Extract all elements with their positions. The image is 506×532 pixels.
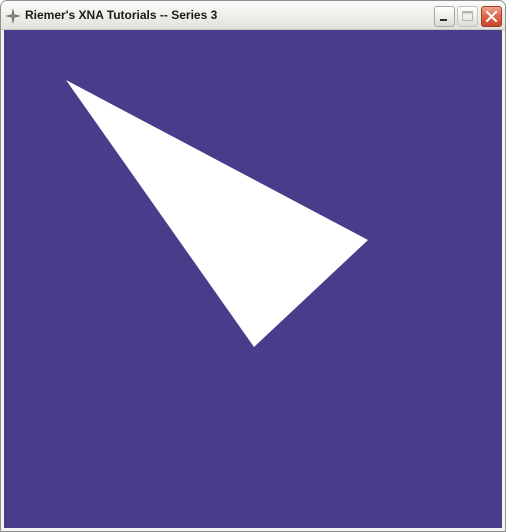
minimize-icon bbox=[440, 19, 447, 21]
xna-icon[interactable] bbox=[5, 8, 21, 24]
viewport-canvas bbox=[66, 80, 368, 347]
app-window: Riemer's XNA Tutorials -- Series 3 bbox=[0, 0, 506, 532]
close-icon bbox=[485, 10, 498, 23]
maximize-icon bbox=[462, 11, 473, 21]
close-button[interactable] bbox=[481, 6, 502, 27]
title-bar[interactable]: Riemer's XNA Tutorials -- Series 3 bbox=[1, 1, 505, 30]
minimize-button[interactable] bbox=[434, 6, 455, 27]
render-viewport[interactable] bbox=[4, 30, 502, 528]
maximize-button[interactable] bbox=[457, 6, 478, 27]
window-title: Riemer's XNA Tutorials -- Series 3 bbox=[25, 8, 218, 22]
triangle bbox=[66, 80, 368, 347]
